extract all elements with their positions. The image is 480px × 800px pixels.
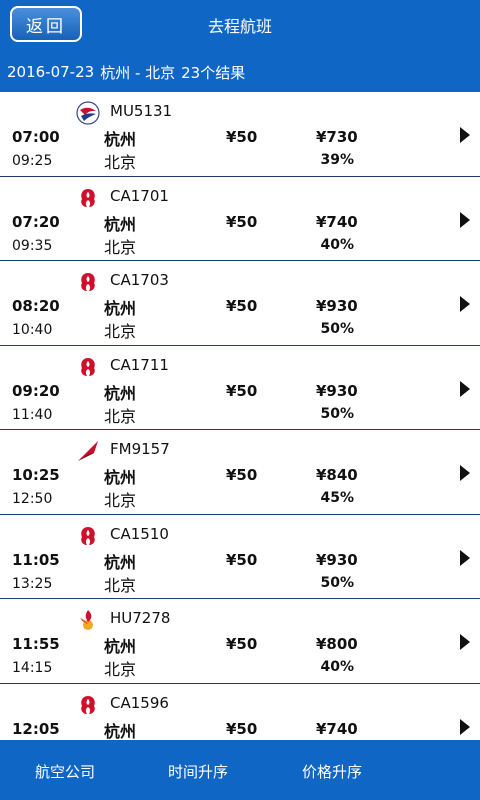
bottom-toolbar: 航空公司 时间升序 价格升序	[0, 740, 480, 800]
chevron-right-icon[interactable]	[460, 211, 470, 228]
arrival-time: 13:25	[12, 575, 53, 592]
discount-rate: 50%	[320, 574, 354, 591]
ticket-price: ¥730	[316, 128, 358, 146]
departure-city: 杭州	[104, 130, 137, 149]
arrival-time: 09:25	[12, 153, 53, 169]
chevron-right-icon[interactable]	[460, 549, 470, 566]
flight-number: CA1510	[110, 524, 169, 543]
arrival-time: 11:40	[12, 406, 53, 423]
ticket-price: ¥930	[316, 550, 358, 569]
departure-time: 09:20	[12, 381, 60, 400]
flight-row[interactable]: MU5131 07:00 09:25 杭州北京 ¥50 ¥730 39%	[0, 92, 480, 177]
arrival-time: 10:40	[12, 322, 53, 338]
air-china-logo-icon	[76, 355, 100, 379]
discount-rate: 50%	[320, 321, 354, 337]
tab-time-ascending[interactable]: 时间升序	[168, 761, 228, 782]
discount-rate: 39%	[320, 152, 354, 168]
discount-rate: 50%	[320, 405, 354, 422]
air-china-logo-icon	[76, 186, 100, 210]
header-bar: 返回 去程航班 2016-07-23 杭州 - 北京 23个结果	[0, 0, 480, 92]
result-count: 23个结果	[181, 63, 246, 82]
china-eastern-logo-icon	[76, 101, 100, 125]
ticket-price: ¥800	[316, 635, 358, 653]
departure-time: 08:20	[12, 297, 60, 315]
chevron-right-icon[interactable]	[460, 380, 470, 397]
travel-date: 2016-07-23	[7, 63, 95, 81]
airport-tax: ¥50	[226, 128, 258, 146]
hainan-airlines-logo-icon	[76, 608, 100, 632]
departure-time: 11:55	[12, 635, 60, 653]
flight-row[interactable]: CA1711 09:20 11:40 杭州北京 ¥50 ¥930 50%	[0, 345, 480, 430]
arrival-time: 14:15	[12, 660, 53, 676]
tab-price-ascending[interactable]: 价格升序	[302, 761, 362, 782]
chevron-right-icon[interactable]	[460, 296, 470, 312]
ticket-price: ¥930	[316, 297, 358, 315]
arrival-city: 北京	[104, 660, 137, 679]
flight-number: CA1711	[110, 355, 169, 374]
departure-time: 07:00	[12, 128, 60, 146]
air-china-logo-icon	[76, 693, 100, 717]
departure-city: 杭州	[104, 552, 137, 572]
tab-airline-filter[interactable]: 航空公司	[35, 761, 95, 782]
arrival-city: 北京	[104, 322, 137, 341]
chevron-right-icon[interactable]	[460, 127, 470, 143]
discount-rate: 40%	[320, 236, 354, 253]
flight-number: HU7278	[110, 609, 171, 627]
arrival-time: 12:50	[12, 491, 53, 507]
arrival-city: 北京	[104, 491, 137, 510]
flight-number: CA1701	[110, 186, 169, 205]
flight-number: FM9157	[110, 440, 170, 458]
discount-rate: 45%	[320, 490, 354, 506]
flight-row[interactable]: CA1510 11:05 13:25 杭州北京 ¥50 ¥930 50%	[0, 514, 480, 599]
flight-row[interactable]: HU7278 11:55 14:15 杭州北京 ¥50 ¥800 40%	[0, 599, 480, 684]
flight-row[interactable]: CA1701 07:20 09:35 杭州北京 ¥50 ¥740 40%	[0, 176, 480, 261]
departure-time: 12:05	[12, 719, 60, 738]
departure-city: 杭州	[104, 637, 137, 656]
airport-tax: ¥50	[226, 466, 258, 484]
page-title: 去程航班	[207, 17, 272, 36]
air-china-logo-icon	[76, 524, 100, 548]
shanghai-airlines-logo-icon	[76, 439, 100, 463]
flight-row[interactable]: CA1703 08:20 10:40 杭州北京 ¥50 ¥930 50%	[0, 261, 480, 346]
chevron-right-icon[interactable]	[460, 465, 470, 481]
departure-city: 杭州	[104, 214, 137, 234]
flight-number: CA1596	[110, 693, 169, 712]
airport-tax: ¥50	[226, 719, 258, 738]
departure-time: 10:25	[12, 466, 60, 484]
departure-city: 杭州	[104, 299, 137, 318]
air-china-logo-icon	[76, 270, 100, 294]
arrival-city: 北京	[104, 575, 137, 595]
flight-list[interactable]: MU5131 07:00 09:25 杭州 北京 ¥50 ¥730 39% CA1701 07:2…	[0, 92, 480, 740]
discount-rate: 40%	[320, 659, 354, 675]
ticket-price: ¥740	[316, 212, 358, 231]
route-label: 杭州 - 北京	[100, 63, 176, 82]
flight-row[interactable]: FM9157 10:25 12:50 杭州北京 ¥50 ¥840 45%	[0, 430, 480, 515]
ticket-price: ¥740	[316, 719, 358, 738]
ticket-price: ¥840	[316, 466, 358, 484]
arrival-city: 北京	[104, 153, 137, 172]
airport-tax: ¥50	[226, 635, 258, 653]
airport-tax: ¥50	[226, 550, 258, 569]
departure-city: 杭州	[104, 721, 137, 741]
flight-number: CA1703	[110, 271, 169, 289]
departure-time: 11:05	[12, 550, 60, 569]
departure-city: 杭州	[104, 383, 137, 403]
departure-time: 07:20	[12, 212, 60, 231]
flight-row[interactable]: CA1596 12:05 杭州 ¥50 ¥740	[0, 683, 480, 741]
chevron-right-icon[interactable]	[460, 634, 470, 650]
airport-tax: ¥50	[226, 212, 258, 231]
chevron-right-icon[interactable]	[460, 718, 470, 735]
departure-city: 杭州	[104, 468, 137, 487]
arrival-city: 北京	[104, 406, 137, 426]
arrival-time: 09:35	[12, 237, 53, 254]
airport-tax: ¥50	[226, 297, 258, 315]
arrival-city: 北京	[104, 237, 137, 257]
search-summary: 2016-07-23 杭州 - 北京 23个结果	[0, 52, 480, 92]
ticket-price: ¥930	[316, 381, 358, 400]
airport-tax: ¥50	[226, 381, 258, 400]
flight-number: MU5131	[110, 102, 173, 120]
